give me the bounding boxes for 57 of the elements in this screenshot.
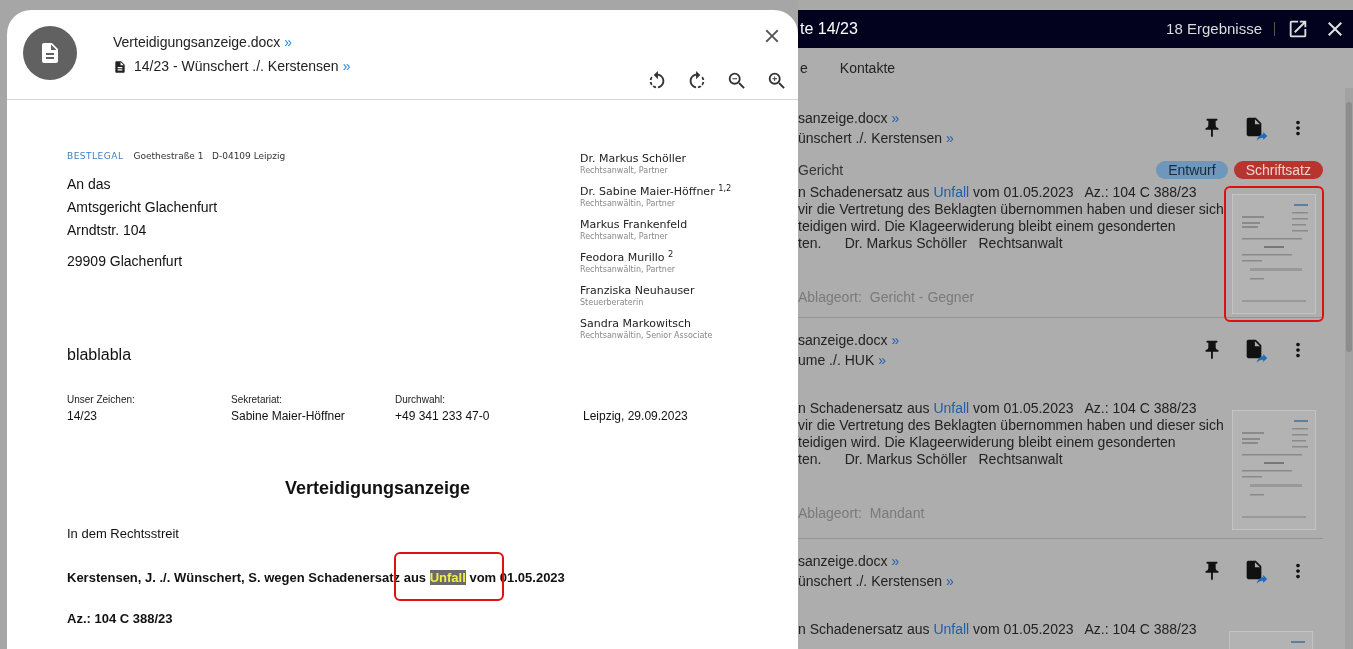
scrollbar[interactable] (1345, 88, 1353, 649)
info-label: Durchwahl: (395, 393, 447, 407)
partner-name: Franziska Neuhauser (580, 284, 696, 298)
recipient-line: Amtsgericht Glachenfurt (67, 198, 219, 217)
result-title[interactable]: sanzeige.docx (798, 108, 888, 128)
tab[interactable]: Kontakte (837, 48, 898, 88)
document-thumbnail[interactable] (1231, 410, 1316, 530)
intro-text: In dem Rechtsstreit (67, 525, 180, 543)
tab[interactable]: e (798, 48, 810, 88)
result-case[interactable]: ume ./. HUK (798, 350, 875, 370)
open-link[interactable]: » (284, 33, 293, 52)
partner-role: Rechtsanwalt, Partner (580, 166, 669, 176)
partner-name: Dr. Sabine Maier-Höffner $^{1,2}$ (580, 185, 733, 199)
partner-name: Markus Frankenfeld (580, 218, 689, 232)
case-name[interactable]: 14/23 - Wünschert ./. Kerstensen (134, 57, 339, 76)
note-text: blablabla (67, 345, 133, 365)
recipient-line: Arndtstr. 104 (67, 221, 148, 240)
firm-address: Goethestraße 1 D-04109 Leipzig (133, 150, 286, 162)
reference-line: Az.: 104 C 388/23 (67, 610, 174, 628)
result-snippet: n Schadenersatz aus Unfall vom 01.05.2023 Az.: 104 C 388/23 vir die Vertretung des Beklagten übernommen haben und dieser sich teidigen wird. Die Klageerwiderung bleibt einem gesonderten ten. Dr. Markus Schöller Rechtsanwalt (798, 400, 1224, 468)
result-count: 18 Ergebnisse (1166, 18, 1262, 39)
window-title: te 14/23 (800, 19, 859, 39)
status-tag: Entwurf (1156, 161, 1228, 179)
letter-date: Leipzig, 29.09.2023 (583, 408, 688, 425)
file-name: Verteidigungsanzeige.docx (113, 33, 281, 52)
letter-heading: Verteidigungsanzeige (284, 477, 470, 500)
document-thumbnail[interactable] (1231, 194, 1316, 314)
recipient-line: An das (67, 175, 112, 194)
document-avatar (23, 26, 77, 80)
document-icon (113, 59, 127, 74)
open-link[interactable]: » (342, 57, 351, 76)
partner-role: Steuerberaterin (580, 298, 645, 308)
external-link-icon[interactable] (1287, 18, 1309, 40)
recipient-city: 29909 Glachenfurt (67, 252, 184, 271)
info-value: +49 341 233 47-0 (395, 408, 491, 425)
info-value: 14/23 (67, 408, 99, 425)
partner-name: Sandra Markowitsch (580, 317, 692, 331)
info-label: Sekretariat: (231, 393, 284, 407)
category-label: Gericht (798, 160, 845, 180)
result-case[interactable]: ünschert ./. Kerstensen (798, 571, 942, 591)
partner-role: Rechtsanwältin, Partner (580, 199, 677, 209)
result-title[interactable]: sanzeige.docx (798, 551, 888, 571)
partner-name: Feodora Murillo $^{2}$ (580, 251, 675, 265)
result-snippet: n Schadenersatz aus Unfall vom 01.05.2023 Az.: 104 C 388/23 vir die Vertretung des Beklagten übernommen haben und dieser sich teidigen wird. Die Klageerwiderung bleibt einem gesonderten ten. Dr. Markus Schöller Rechtsanwalt (798, 184, 1224, 252)
firm-logo: BESTLEGAL (67, 150, 124, 162)
partner-role: Rechtsanwältin, Partner (580, 265, 677, 275)
status-tag: Schriftsatz (1233, 161, 1323, 179)
zoom-in-icon[interactable] (766, 70, 788, 92)
info-label: Unser Zeichen: (67, 393, 136, 407)
result-snippet: n Schadenersatz aus Unfall vom 01.05.2023 Az.: 104 C 388/23 (798, 621, 1198, 638)
partner-role: Rechtsanwältin, Senior Associate (580, 331, 714, 341)
partner-role: Rechtsanwalt, Partner (580, 232, 669, 242)
info-value: Sabine Maier-Höffner (231, 408, 346, 425)
partner-name: Dr. Markus Schöller (580, 152, 688, 166)
result-case[interactable]: ünschert ./. Kerstensen (798, 128, 942, 148)
zoom-out-icon[interactable] (726, 70, 748, 92)
result-title[interactable]: sanzeige.docx (798, 330, 888, 350)
